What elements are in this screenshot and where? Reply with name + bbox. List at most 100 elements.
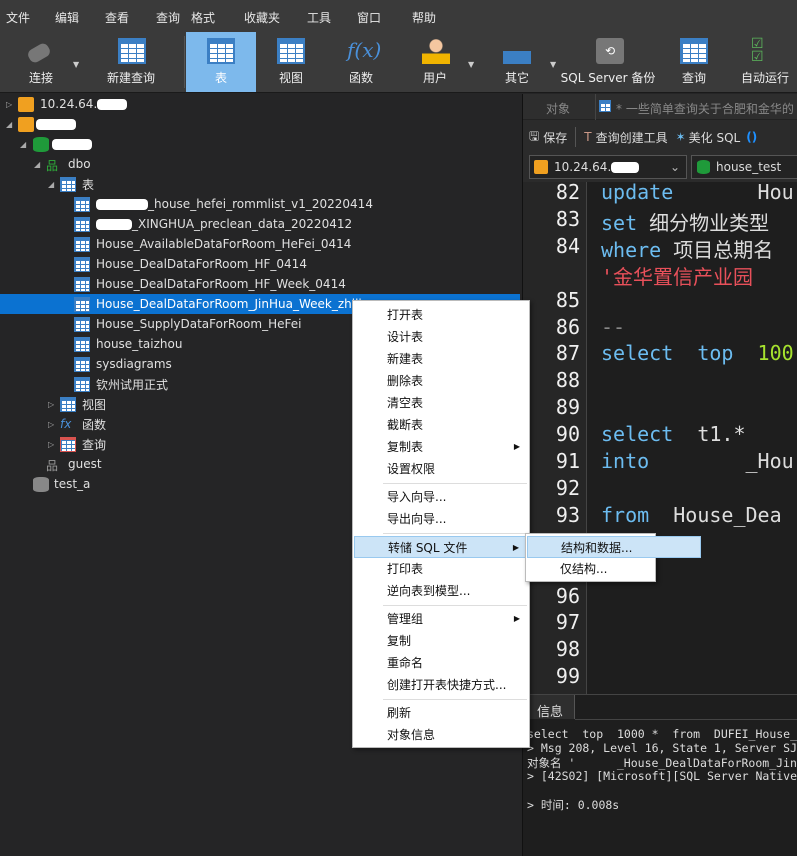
view-button[interactable]: 视图 [262,32,320,92]
menu-item-structure-and-data[interactable]: 结构和数据... [527,536,701,558]
menu-item-label: 重命名 [387,656,424,670]
menu-query[interactable]: 查询 [156,9,180,26]
menu-item[interactable]: 删除表 [354,370,528,392]
collapse-icon[interactable]: ◢ [20,140,26,149]
table-item[interactable]: _XINGHUA_preclean_data_20220412 [0,214,520,234]
table-button[interactable]: 表 [186,32,256,92]
menu-item[interactable]: 复制表 ▶ [354,436,528,458]
tree-database[interactable]: ◢ [0,134,520,154]
sql-server-backup-button[interactable]: ⟲ SQL Server 备份 [560,32,656,92]
line-number: 82 [555,182,580,204]
function-button[interactable]: f(x) 函数 [332,32,390,92]
expand-icon[interactable]: ▷ [48,440,54,449]
other-button[interactable]: 其它 [488,32,546,92]
code-line: select t1.* [601,422,746,446]
table-item[interactable]: House_AvailableDataForRoom_HeFei_0414 [0,234,520,254]
menu-item-structure-only[interactable]: 仅结构... [527,558,701,580]
connect-dropdown-icon[interactable]: ▼ [73,60,79,69]
table-label: 表 [214,71,227,85]
parentheses-icon[interactable]: () [746,130,757,144]
menu-item[interactable]: 打开表 [354,304,528,326]
menu-item[interactable]: 截断表 [354,414,528,436]
menu-item[interactable]: 转储 SQL 文件 ▶ [354,536,528,558]
menu-item[interactable]: 创建打开表快捷方式... [354,674,528,696]
auto-run-button[interactable]: ☑ ☑ 自动运行 [736,32,794,92]
table-item[interactable]: House_DealDataForRoom_HF_0414 [0,254,520,274]
new-query-button[interactable]: 新建查询 [88,32,174,92]
menu-file[interactable]: 文件 [6,9,30,26]
table-icon [74,236,90,252]
menu-item[interactable]: 对象信息 [354,724,528,746]
tab-info[interactable]: 信息 [523,695,575,720]
menu-tools[interactable]: 工具 [307,9,331,26]
menu-item[interactable]: 设置权限 [354,458,528,480]
connect-button[interactable]: 连接 [12,32,70,92]
code-line: update Hou [601,182,794,204]
code-token: -- [601,314,626,339]
database-select[interactable]: house_test [691,155,797,179]
server-icon [18,116,34,132]
menu-item[interactable]: 打印表 [354,558,528,580]
menu-format[interactable]: 格式 [191,9,215,26]
menu-item[interactable]: 刷新 [354,702,528,724]
menu-item[interactable]: 清空表 [354,392,528,414]
query-button[interactable]: 查询 [666,32,722,92]
code-line: set 细分物业类型 [601,207,769,236]
server-icon [534,160,548,174]
expand-icon[interactable]: ▷ [48,400,54,409]
table-icon [74,336,90,352]
function-icon: fx [60,416,72,431]
beautify-sql-button[interactable]: 美化 SQL [689,129,741,146]
tree-tables-folder[interactable]: ◢ 表 [0,174,520,194]
query-panel: 对象 * 一些简单查询关于合肥和金华的 🖫 保存 T 查询创建工具 ✶ 美化 S… [522,94,797,856]
backup-icon: ⟲ [596,38,624,64]
menu-bar: 文件 编辑 查看 查询 格式 收藏夹 工具 窗口 帮助 [0,0,797,32]
collapse-icon[interactable]: ◢ [6,120,12,129]
menu-item[interactable]: 逆向表到模型... [354,580,528,602]
user-icon [422,38,450,64]
line-number: 98 [555,637,580,662]
connection-select[interactable]: 10.24.64. ⌄ [529,155,687,179]
context-menu: 打开表 设计表 新建表 删除表 清空表 截断表 复制表 ▶ 设置权限导入向导... 导出向导...… [352,300,530,748]
table-item[interactable]: _house_hefei_rommlist_v1_20220414 [0,194,520,214]
tree-server-1[interactable]: ▷ 10.24.64. [0,94,520,114]
code-token: Hou [685,182,794,204]
table-item[interactable]: House_DealDataForRoom_HF_Week_0414 [0,274,520,294]
other-dropdown-icon[interactable]: ▼ [550,60,556,69]
tools-icon [503,38,531,64]
menu-item[interactable]: 复制 [354,630,528,652]
table-icon [74,376,90,392]
query-builder-button[interactable]: 查询创建工具 [596,129,668,146]
menu-view[interactable]: 查看 [105,9,129,26]
tree-server-2[interactable]: ◢ [0,114,520,134]
menu-item[interactable]: 导入向导... [354,486,528,508]
expand-icon[interactable]: ▷ [48,420,54,429]
menu-item[interactable]: 新建表 [354,348,528,370]
menu-help[interactable]: 帮助 [412,9,436,26]
user-button[interactable]: 用户 [406,32,464,92]
collapse-icon[interactable]: ◢ [34,160,40,169]
menu-window[interactable]: 窗口 [357,9,381,26]
query-icon [680,38,708,64]
query-icon [60,436,76,452]
database-icon [33,136,49,152]
tab-objects[interactable]: 对象 [523,100,593,117]
tree-schema-dbo[interactable]: ◢ 品 dbo [0,154,520,174]
expand-icon[interactable]: ▷ [6,100,12,109]
collapse-icon[interactable]: ◢ [48,180,54,189]
code-line: from House_Dea [601,503,782,527]
message-line: > Msg 208, Level 16, State 1, Server SJ [527,741,797,755]
menu-favorites[interactable]: 收藏夹 [244,9,280,26]
server-label: 10.24.64. [40,97,128,111]
save-button[interactable]: 保存 [543,129,567,146]
menu-item[interactable]: 设计表 [354,326,528,348]
menu-edit[interactable]: 编辑 [55,9,79,26]
dump-sql-submenu: 结构和数据... 仅结构... [525,533,701,582]
submenu-arrow-icon: ▶ [513,442,520,451]
menu-item[interactable]: 重命名 [354,652,528,674]
user-dropdown-icon[interactable]: ▼ [468,60,474,69]
tab-query[interactable]: * 一些简单查询关于合肥和金华的 [616,100,794,117]
menu-item[interactable]: 导出向导... [354,508,528,530]
menu-item[interactable]: 管理组 ▶ [354,608,528,630]
line-number: 97 [555,610,580,635]
